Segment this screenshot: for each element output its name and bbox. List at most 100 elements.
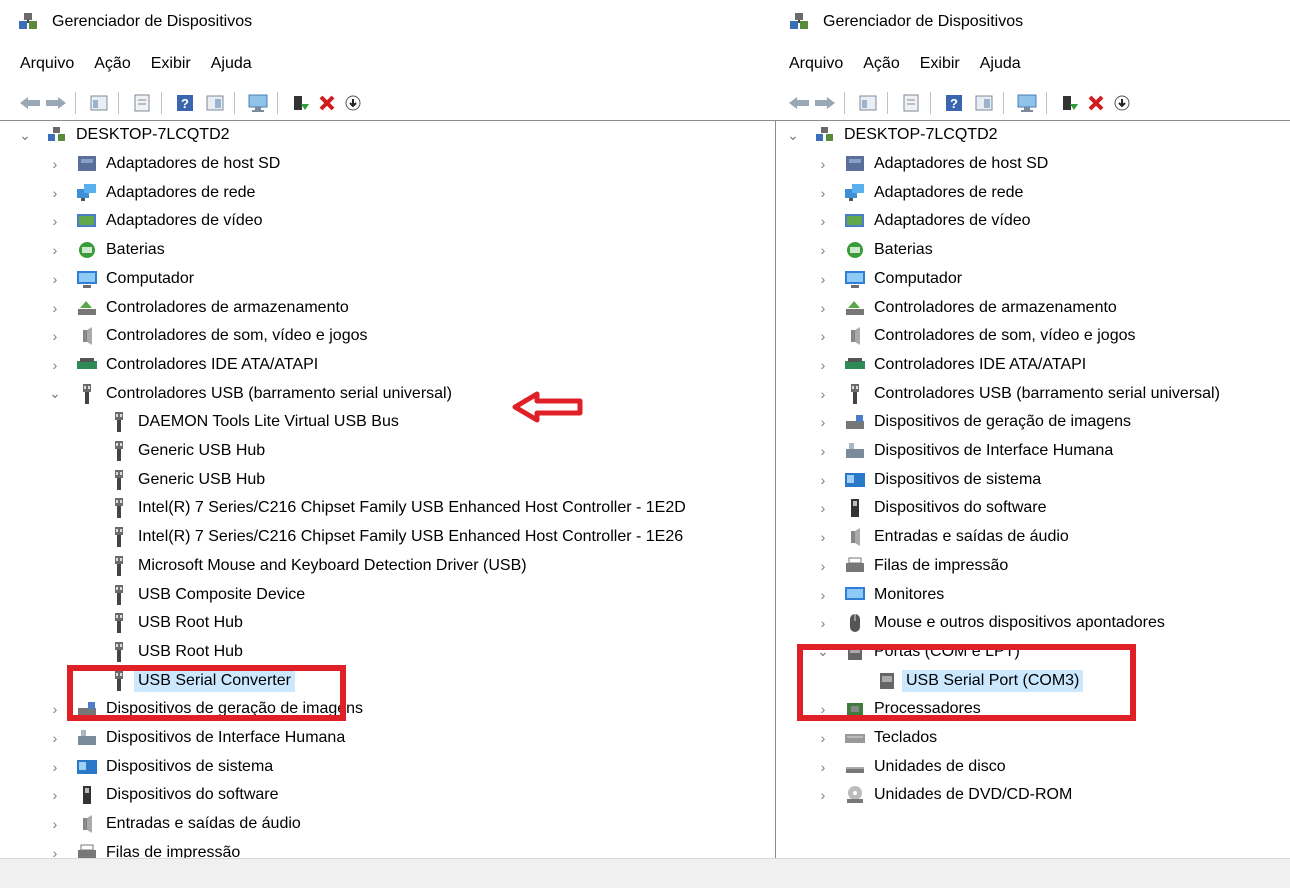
chevron-down-icon[interactable]: ⌄ bbox=[18, 127, 32, 143]
tree-device[interactable]: DAEMON Tools Lite Virtual USB Bus bbox=[108, 408, 399, 436]
help-icon[interactable]: ? bbox=[172, 91, 198, 115]
chevron-right-icon[interactable]: › bbox=[816, 759, 830, 775]
menu-arquivo[interactable]: Arquivo bbox=[20, 53, 74, 75]
chevron-right-icon[interactable]: › bbox=[816, 271, 830, 287]
chevron-right-icon[interactable]: › bbox=[816, 386, 830, 402]
tree-category[interactable]: › Monitores bbox=[816, 581, 945, 609]
chevron-right-icon[interactable]: › bbox=[48, 701, 62, 717]
forward-icon[interactable] bbox=[812, 91, 838, 115]
chevron-right-icon[interactable]: › bbox=[48, 242, 62, 258]
tree-category[interactable]: › Dispositivos de Interface Humana bbox=[816, 437, 1114, 465]
tree-category[interactable]: › Filas de impressão bbox=[48, 839, 241, 859]
menu-acao[interactable]: Ação bbox=[94, 53, 130, 75]
tree-root[interactable]: ⌄ DESKTOP-7LCQTD2 bbox=[786, 121, 997, 149]
chevron-right-icon[interactable]: › bbox=[48, 787, 62, 803]
tree-category[interactable]: › Controladores de armazenamento bbox=[816, 294, 1117, 322]
tree-category[interactable]: › Adaptadores de vídeo bbox=[48, 207, 263, 235]
tree-category[interactable]: › Mouse e outros dispositivos apontadores bbox=[816, 609, 1165, 637]
chevron-right-icon[interactable]: › bbox=[816, 357, 830, 373]
chevron-right-icon[interactable]: › bbox=[816, 558, 830, 574]
tree-category[interactable]: › Dispositivos do software bbox=[48, 781, 279, 809]
chevron-right-icon[interactable]: › bbox=[816, 730, 830, 746]
chevron-right-icon[interactable]: › bbox=[816, 529, 830, 545]
tree-category[interactable]: › Dispositivos de geração de imagens bbox=[816, 408, 1131, 436]
menu-ajuda[interactable]: Ajuda bbox=[980, 53, 1021, 75]
uninstall-icon[interactable] bbox=[1083, 91, 1109, 115]
tree-category[interactable]: › Controladores IDE ATA/ATAPI bbox=[48, 351, 319, 379]
tree-device[interactable]: Intel(R) 7 Series/C216 Chipset Family US… bbox=[108, 523, 683, 551]
back-icon[interactable] bbox=[17, 91, 43, 115]
menu-exibir[interactable]: Exibir bbox=[920, 53, 960, 75]
update-driver-icon[interactable] bbox=[1057, 91, 1083, 115]
chevron-right-icon[interactable]: › bbox=[816, 185, 830, 201]
forward-icon[interactable] bbox=[43, 91, 69, 115]
tree-category[interactable]: › Controladores de som, vídeo e jogos bbox=[816, 322, 1135, 350]
menu-arquivo[interactable]: Arquivo bbox=[789, 53, 843, 75]
tree-device[interactable]: Generic USB Hub bbox=[108, 437, 265, 465]
tree-category[interactable]: › Computador bbox=[816, 265, 962, 293]
tree-category[interactable]: › Dispositivos do software bbox=[816, 494, 1047, 522]
tree-category[interactable]: › Controladores USB (barramento serial un… bbox=[816, 380, 1220, 408]
chevron-right-icon[interactable]: › bbox=[816, 328, 830, 344]
tree-category-usb[interactable]: ⌄ Controladores USB (barramento serial un… bbox=[48, 380, 452, 408]
menu-acao[interactable]: Ação bbox=[863, 53, 899, 75]
properties-icon[interactable] bbox=[129, 91, 155, 115]
chevron-right-icon[interactable]: › bbox=[816, 587, 830, 603]
tree-device[interactable]: USB Root Hub bbox=[108, 609, 243, 637]
device-tree[interactable]: ⌄ DESKTOP-7LCQTD2 › Adaptadores de host S… bbox=[776, 120, 1290, 859]
tree-category[interactable]: › Dispositivos de sistema bbox=[48, 753, 274, 781]
chevron-down-icon[interactable]: ⌄ bbox=[786, 127, 800, 143]
chevron-right-icon[interactable]: › bbox=[816, 213, 830, 229]
chevron-right-icon[interactable]: › bbox=[816, 300, 830, 316]
chevron-right-icon[interactable]: › bbox=[48, 730, 62, 746]
uninstall-icon[interactable] bbox=[314, 91, 340, 115]
tree-category[interactable]: › Unidades de DVD/CD-ROM bbox=[816, 781, 1072, 809]
tree-category[interactable]: › Adaptadores de host SD bbox=[816, 150, 1049, 178]
disable-icon[interactable] bbox=[1109, 91, 1135, 115]
tree-category[interactable]: › Unidades de disco bbox=[816, 753, 1006, 781]
tree-category[interactable]: › Baterias bbox=[48, 236, 165, 264]
chevron-right-icon[interactable]: › bbox=[48, 156, 62, 172]
tree-category[interactable]: › Controladores IDE ATA/ATAPI bbox=[816, 351, 1087, 379]
chevron-right-icon[interactable]: › bbox=[48, 357, 62, 373]
update-driver-icon[interactable] bbox=[288, 91, 314, 115]
tree-category[interactable]: › Adaptadores de rede bbox=[48, 179, 255, 207]
tree-device[interactable]: Generic USB Hub bbox=[108, 466, 265, 494]
tree-category[interactable]: › Computador bbox=[48, 265, 194, 293]
chevron-right-icon[interactable]: › bbox=[816, 443, 830, 459]
show-hide-console-tree-icon[interactable] bbox=[855, 91, 881, 115]
chevron-right-icon[interactable]: › bbox=[48, 185, 62, 201]
menu-exibir[interactable]: Exibir bbox=[151, 53, 191, 75]
chevron-right-icon[interactable]: › bbox=[816, 242, 830, 258]
tree-category[interactable]: › Controladores de som, vídeo e jogos bbox=[48, 322, 367, 350]
device-tree[interactable]: ⌄ DESKTOP-7LCQTD2 › Adaptadores de host S… bbox=[0, 120, 775, 859]
help-icon[interactable]: ? bbox=[941, 91, 967, 115]
menu-ajuda[interactable]: Ajuda bbox=[211, 53, 252, 75]
tree-category[interactable]: › Filas de impressão bbox=[816, 552, 1009, 580]
chevron-right-icon[interactable]: › bbox=[816, 615, 830, 631]
tree-category[interactable]: › Adaptadores de vídeo bbox=[816, 207, 1031, 235]
disable-icon[interactable] bbox=[340, 91, 366, 115]
tree-device[interactable]: USB Root Hub bbox=[108, 638, 243, 666]
chevron-right-icon[interactable]: › bbox=[48, 213, 62, 229]
tree-device[interactable]: Intel(R) 7 Series/C216 Chipset Family US… bbox=[108, 494, 686, 522]
tree-category[interactable]: › Entradas e saídas de áudio bbox=[48, 810, 301, 838]
tree-root[interactable]: ⌄ DESKTOP-7LCQTD2 bbox=[18, 121, 229, 149]
chevron-right-icon[interactable]: › bbox=[816, 500, 830, 516]
tree-category[interactable]: › Adaptadores de rede bbox=[816, 179, 1023, 207]
chevron-right-icon[interactable]: › bbox=[48, 271, 62, 287]
chevron-down-icon[interactable]: ⌄ bbox=[48, 385, 62, 401]
chevron-right-icon[interactable]: › bbox=[48, 328, 62, 344]
show-hide-console-tree-icon[interactable] bbox=[86, 91, 112, 115]
tree-category[interactable]: › Baterias bbox=[816, 236, 933, 264]
tree-category[interactable]: › Teclados bbox=[816, 724, 938, 752]
tree-device[interactable]: Microsoft Mouse and Keyboard Detection D… bbox=[108, 552, 527, 580]
chevron-right-icon[interactable]: › bbox=[48, 816, 62, 832]
tree-category[interactable]: › Dispositivos de Interface Humana bbox=[48, 724, 346, 752]
chevron-right-icon[interactable]: › bbox=[48, 300, 62, 316]
chevron-right-icon[interactable]: › bbox=[816, 787, 830, 803]
chevron-right-icon[interactable]: › bbox=[816, 472, 830, 488]
chevron-right-icon[interactable]: › bbox=[48, 759, 62, 775]
tree-category[interactable]: › Controladores de armazenamento bbox=[48, 294, 349, 322]
properties-icon[interactable] bbox=[898, 91, 924, 115]
